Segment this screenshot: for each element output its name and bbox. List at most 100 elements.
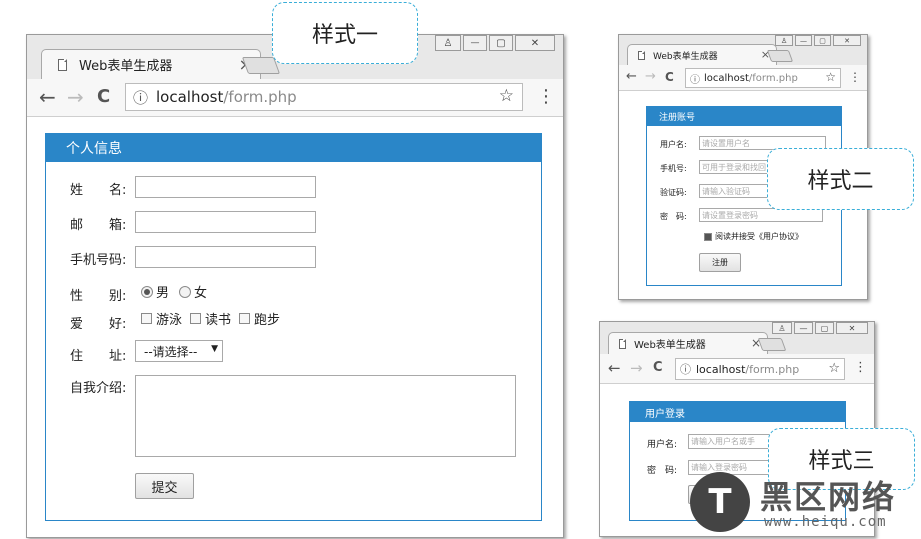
hobby-group: 游泳 读书 跑步 [141, 309, 280, 328]
info-icon[interactable]: ⓘ [680, 361, 691, 377]
user-icon[interactable]: ♙ [775, 35, 793, 46]
window-controls: ♙ — ▢ ✕ [433, 35, 555, 51]
new-tab-button[interactable] [766, 50, 794, 62]
intro-textarea[interactable] [135, 375, 516, 457]
hobby-swim-label: 游泳 [156, 313, 183, 328]
panel-title-text: 用户登录 [645, 408, 685, 420]
hobby-read-label: 读书 [205, 313, 232, 328]
phone-label: 手机号码: [70, 253, 127, 268]
browser-toolbar: ← → C ⓘ localhost/form.php ☆ ⋮ [600, 354, 874, 384]
gender-female-radio[interactable] [179, 285, 192, 298]
panel-title-text: 注册账号 [659, 113, 696, 123]
maximize-icon[interactable]: ▢ [814, 35, 831, 46]
name-label: 姓 名: [70, 183, 127, 198]
hobby-label: 爱 好: [70, 317, 127, 332]
submit-button[interactable]: 提交 [135, 473, 194, 499]
browser-tab[interactable]: Web表单生成器 × [41, 49, 261, 79]
menu-icon[interactable]: ⋮ [854, 360, 867, 375]
address-bar[interactable]: ⓘ localhost/form.php ☆ [125, 83, 523, 111]
intro-label: 自我介绍: [70, 381, 127, 396]
callout-style2: 样式二 [767, 148, 914, 210]
email-label: 邮 箱: [70, 218, 127, 233]
phone-placeholder: 可用于登录和找回 [702, 162, 766, 172]
address-bar[interactable]: ⓘ localhost/form.php ☆ [675, 358, 845, 380]
browser-toolbar: ← → C ⓘ localhost/form.php ☆ ⋮ [619, 65, 867, 91]
address-select-value: --请选择-- [144, 344, 198, 359]
back-icon[interactable]: ← [608, 359, 621, 377]
back-icon[interactable]: ← [39, 85, 56, 109]
callout-style3-text: 样式三 [808, 449, 875, 474]
callout-style1-text: 样式一 [311, 23, 378, 48]
hobby-read-checkbox[interactable] [190, 313, 202, 324]
minimize-icon[interactable]: — [463, 35, 487, 51]
reload-icon[interactable]: C [665, 70, 674, 84]
url-path: /form.php [748, 72, 798, 84]
browser-tab[interactable]: Web表单生成器 × [608, 332, 768, 354]
close-window-icon[interactable]: ✕ [833, 35, 861, 46]
hobby-swim-checkbox[interactable] [141, 313, 152, 324]
hobby-run-label: 跑步 [254, 313, 281, 328]
agree-row: 阅读并接受《用户协议》 [704, 231, 803, 242]
bookmark-star-icon[interactable]: ☆ [825, 70, 836, 84]
info-icon[interactable]: ⓘ [133, 87, 148, 108]
submit-button-label: 提交 [151, 480, 178, 496]
password-input[interactable]: 请设置登录密码 [699, 208, 823, 222]
gender-group: 男 女 [141, 282, 207, 301]
close-window-icon[interactable]: ✕ [836, 322, 868, 334]
address-label: 住 址: [70, 349, 127, 364]
tab-title: Web表单生成器 [79, 59, 173, 74]
chevron-down-icon: ▼ [211, 344, 218, 354]
close-window-icon[interactable]: ✕ [515, 35, 555, 51]
bookmark-star-icon[interactable]: ☆ [828, 361, 840, 376]
panel-title: 用户登录 [630, 402, 845, 422]
info-icon[interactable]: ⓘ [690, 71, 700, 86]
password-placeholder: 请设置登录密码 [702, 210, 758, 220]
forward-icon[interactable]: → [630, 359, 643, 377]
callout-style1: 样式一 [272, 2, 418, 64]
name-input[interactable] [135, 176, 316, 198]
gender-male-label: 男 [156, 286, 170, 301]
gender-female-label: 女 [194, 286, 208, 301]
browser-titlebar: Web表单生成器 × ♙ — ▢ ✕ [619, 35, 867, 65]
gender-label: 性 别: [70, 289, 127, 304]
hobby-run-checkbox[interactable] [239, 313, 251, 324]
email-input[interactable] [135, 211, 316, 233]
browser-tab[interactable]: Web表单生成器 × [627, 44, 777, 65]
address-bar[interactable]: ⓘ localhost/form.php ☆ [685, 68, 841, 88]
reload-icon[interactable]: C [653, 360, 663, 375]
phone-input[interactable] [135, 246, 316, 268]
username-placeholder: 请输入用户名或手 [691, 437, 755, 446]
menu-icon[interactable]: ⋮ [849, 70, 861, 84]
minimize-icon[interactable]: — [794, 322, 813, 334]
panel-title: 注册账号 [647, 107, 841, 126]
back-icon[interactable]: ← [626, 69, 637, 84]
forward-icon[interactable]: → [67, 85, 84, 109]
bookmark-star-icon[interactable]: ☆ [499, 86, 514, 106]
url-path: /form.php [745, 362, 800, 376]
menu-icon[interactable]: ⋮ [537, 86, 555, 107]
page-icon [638, 50, 645, 60]
agree-checkbox[interactable] [704, 232, 712, 241]
url-host: localhost [704, 72, 749, 84]
username-placeholder: 请设置用户名 [702, 138, 750, 148]
password-label: 密 码: [660, 212, 687, 221]
maximize-icon[interactable]: ▢ [815, 322, 834, 334]
user-icon[interactable]: ♙ [435, 35, 461, 51]
forward-icon[interactable]: → [645, 69, 656, 84]
new-tab-button[interactable] [757, 338, 787, 351]
form-panel: 个人信息 姓 名: 邮 箱: 手机号码: 性 别: 男 女 爱 好: 游泳 读书… [45, 133, 542, 521]
user-icon[interactable]: ♙ [772, 322, 792, 334]
gender-male-radio[interactable] [141, 285, 153, 298]
register-button[interactable]: 注册 [699, 253, 741, 272]
url-host: localhost [156, 88, 224, 106]
callout-style2-text: 样式二 [807, 169, 874, 194]
reload-icon[interactable]: C [97, 86, 110, 107]
maximize-icon[interactable]: ▢ [489, 35, 513, 51]
browser-window-style1: Web表单生成器 × ♙ — ▢ ✕ ← → C ⓘ localhost/for… [26, 34, 564, 538]
register-button-label: 注册 [712, 258, 728, 267]
browser-titlebar: Web表单生成器 × ♙ — ▢ ✕ [600, 322, 874, 354]
address-select[interactable]: --请选择-- ▼ [135, 340, 223, 362]
password-label: 密 码: [647, 466, 678, 476]
panel-title: 个人信息 [46, 134, 541, 162]
minimize-icon[interactable]: — [795, 35, 812, 46]
